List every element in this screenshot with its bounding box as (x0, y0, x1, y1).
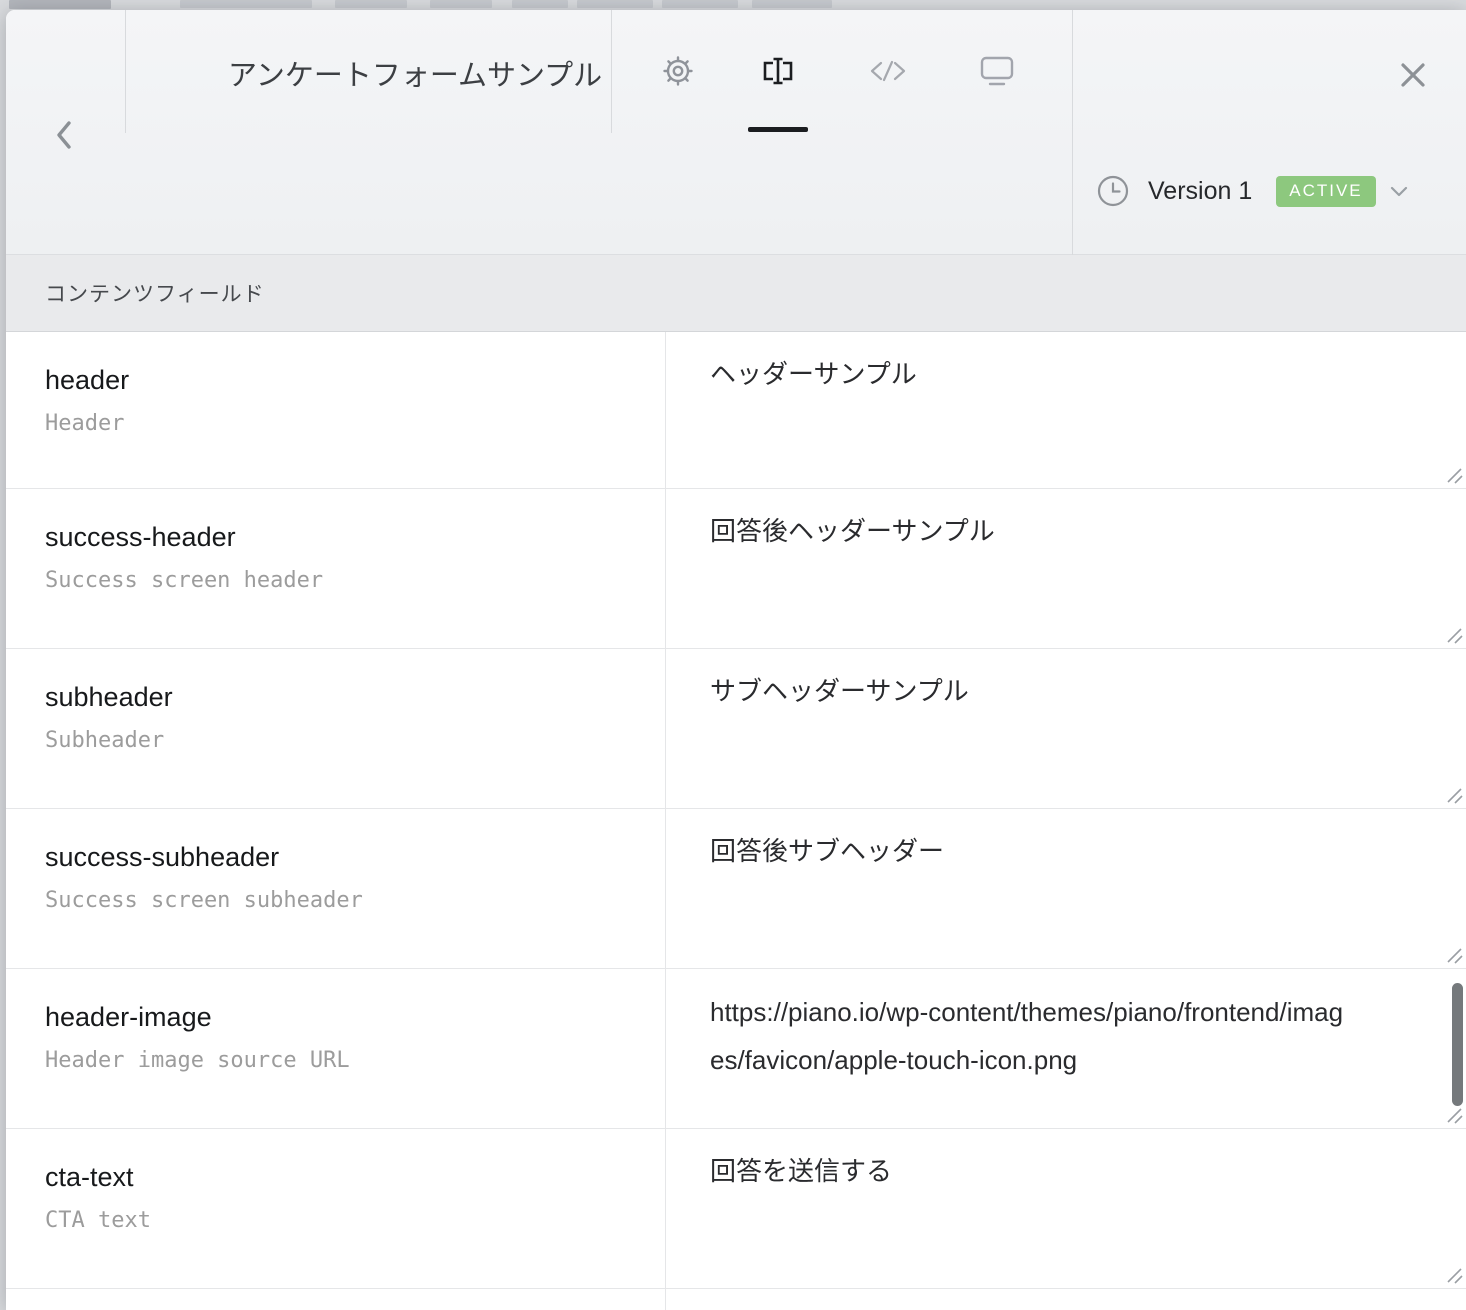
field-info-cell (6, 1289, 666, 1310)
content-field-row-partial (6, 1289, 1466, 1310)
field-value-textarea[interactable]: ヘッダーサンプル (710, 354, 1330, 394)
field-value-cell: https://piano.io/wp-content/themes/piano… (667, 969, 1466, 1128)
scrollbar-thumb[interactable] (1452, 983, 1463, 1106)
background-nav-fragment (752, 0, 832, 8)
code-icon (868, 56, 908, 86)
field-description: Header (45, 411, 665, 436)
field-value-textarea[interactable]: 回答後ヘッダーサンプル (710, 511, 1330, 551)
close-icon (1399, 61, 1427, 89)
field-name: header (45, 365, 665, 396)
tab-content-fields[interactable] (756, 49, 800, 93)
field-info-cell: subheader Subheader (6, 649, 666, 808)
resize-handle-icon[interactable] (1445, 1106, 1463, 1124)
clock-icon (1096, 174, 1130, 208)
field-value-cell: 回答を送信する (667, 1129, 1466, 1288)
background-nav-fragment (335, 0, 407, 8)
section-header-bar: コンテンツフィールド (6, 255, 1466, 332)
divider (1072, 10, 1073, 255)
field-value-textarea[interactable]: https://piano.io/wp-content/themes/piano… (710, 988, 1355, 1084)
version-selector[interactable]: Version 1 ACTIVE (1096, 173, 1409, 209)
field-description: Header image source URL (45, 1048, 665, 1073)
active-tab-indicator (748, 127, 808, 132)
template-editor-modal: アンケートフォームサンプル (6, 10, 1466, 1310)
field-value-textarea[interactable]: サブヘッダーサンプル (710, 671, 1330, 711)
version-status-badge: ACTIVE (1276, 176, 1375, 207)
text-field-icon (760, 54, 796, 88)
field-info-cell: cta-text CTA text (6, 1129, 666, 1288)
resize-handle-icon[interactable] (1445, 786, 1463, 804)
field-value-textarea[interactable]: 回答を送信する (710, 1151, 1330, 1191)
field-value-cell: 回答後サブヘッダー (667, 809, 1466, 968)
field-value-textarea[interactable]: 回答後サブヘッダー (710, 831, 1330, 871)
field-name: cta-text (45, 1162, 665, 1193)
field-description: Subheader (45, 728, 665, 753)
background-nav-fragment (430, 0, 492, 8)
content-fields-list: header Header ヘッダーサンプル (6, 332, 1466, 1310)
field-info-cell: header Header (6, 332, 666, 488)
chevron-down-icon (1389, 185, 1409, 197)
background-nav-fragment (577, 0, 653, 8)
field-value-cell: 回答後ヘッダーサンプル (667, 489, 1466, 648)
section-header-label: コンテンツフィールド (45, 278, 265, 308)
tab-preview[interactable] (975, 49, 1019, 93)
content-field-row: header Header ヘッダーサンプル (6, 332, 1466, 489)
field-description: Success screen header (45, 568, 665, 593)
close-button[interactable] (1390, 52, 1436, 98)
content-field-row: success-header Success screen header 回答後… (6, 489, 1466, 649)
gear-icon (658, 51, 698, 91)
monitor-icon (978, 54, 1016, 88)
field-description: CTA text (45, 1208, 665, 1233)
field-value-cell: ヘッダーサンプル (667, 332, 1466, 488)
template-title: アンケートフォームサンプル (228, 52, 602, 94)
tab-code[interactable] (866, 49, 910, 93)
modal-header: アンケートフォームサンプル (6, 10, 1466, 255)
field-description: Success screen subheader (45, 888, 665, 913)
resize-handle-icon[interactable] (1445, 466, 1463, 484)
content-field-row: subheader Subheader サブヘッダーサンプル (6, 649, 1466, 809)
background-nav-fragment (180, 0, 312, 8)
background-nav-fragment (662, 0, 738, 8)
resize-handle-icon[interactable] (1445, 626, 1463, 644)
back-button[interactable] (42, 113, 86, 157)
field-name: success-subheader (45, 842, 665, 873)
field-name: subheader (45, 682, 665, 713)
background-logo (9, 0, 111, 9)
content-field-row: header-image Header image source URL htt… (6, 969, 1466, 1129)
content-field-row: success-subheader Success screen subhead… (6, 809, 1466, 969)
content-field-row: cta-text CTA text 回答を送信する (6, 1129, 1466, 1289)
resize-handle-icon[interactable] (1445, 946, 1463, 964)
background-page-strip (0, 0, 1466, 10)
field-name: header-image (45, 1002, 665, 1033)
field-info-cell: header-image Header image source URL (6, 969, 666, 1128)
divider (611, 10, 612, 133)
template-title-tab[interactable]: アンケートフォームサンプル (126, 10, 611, 133)
field-info-cell: success-header Success screen header (6, 489, 666, 648)
field-name: success-header (45, 522, 665, 553)
field-value-cell: サブヘッダーサンプル (667, 649, 1466, 808)
tab-settings[interactable] (656, 49, 700, 93)
version-label: Version 1 (1148, 177, 1252, 206)
field-info-cell: success-subheader Success screen subhead… (6, 809, 666, 968)
chevron-left-icon (55, 119, 73, 151)
resize-handle-icon[interactable] (1445, 1266, 1463, 1284)
background-nav-fragment (512, 0, 568, 8)
